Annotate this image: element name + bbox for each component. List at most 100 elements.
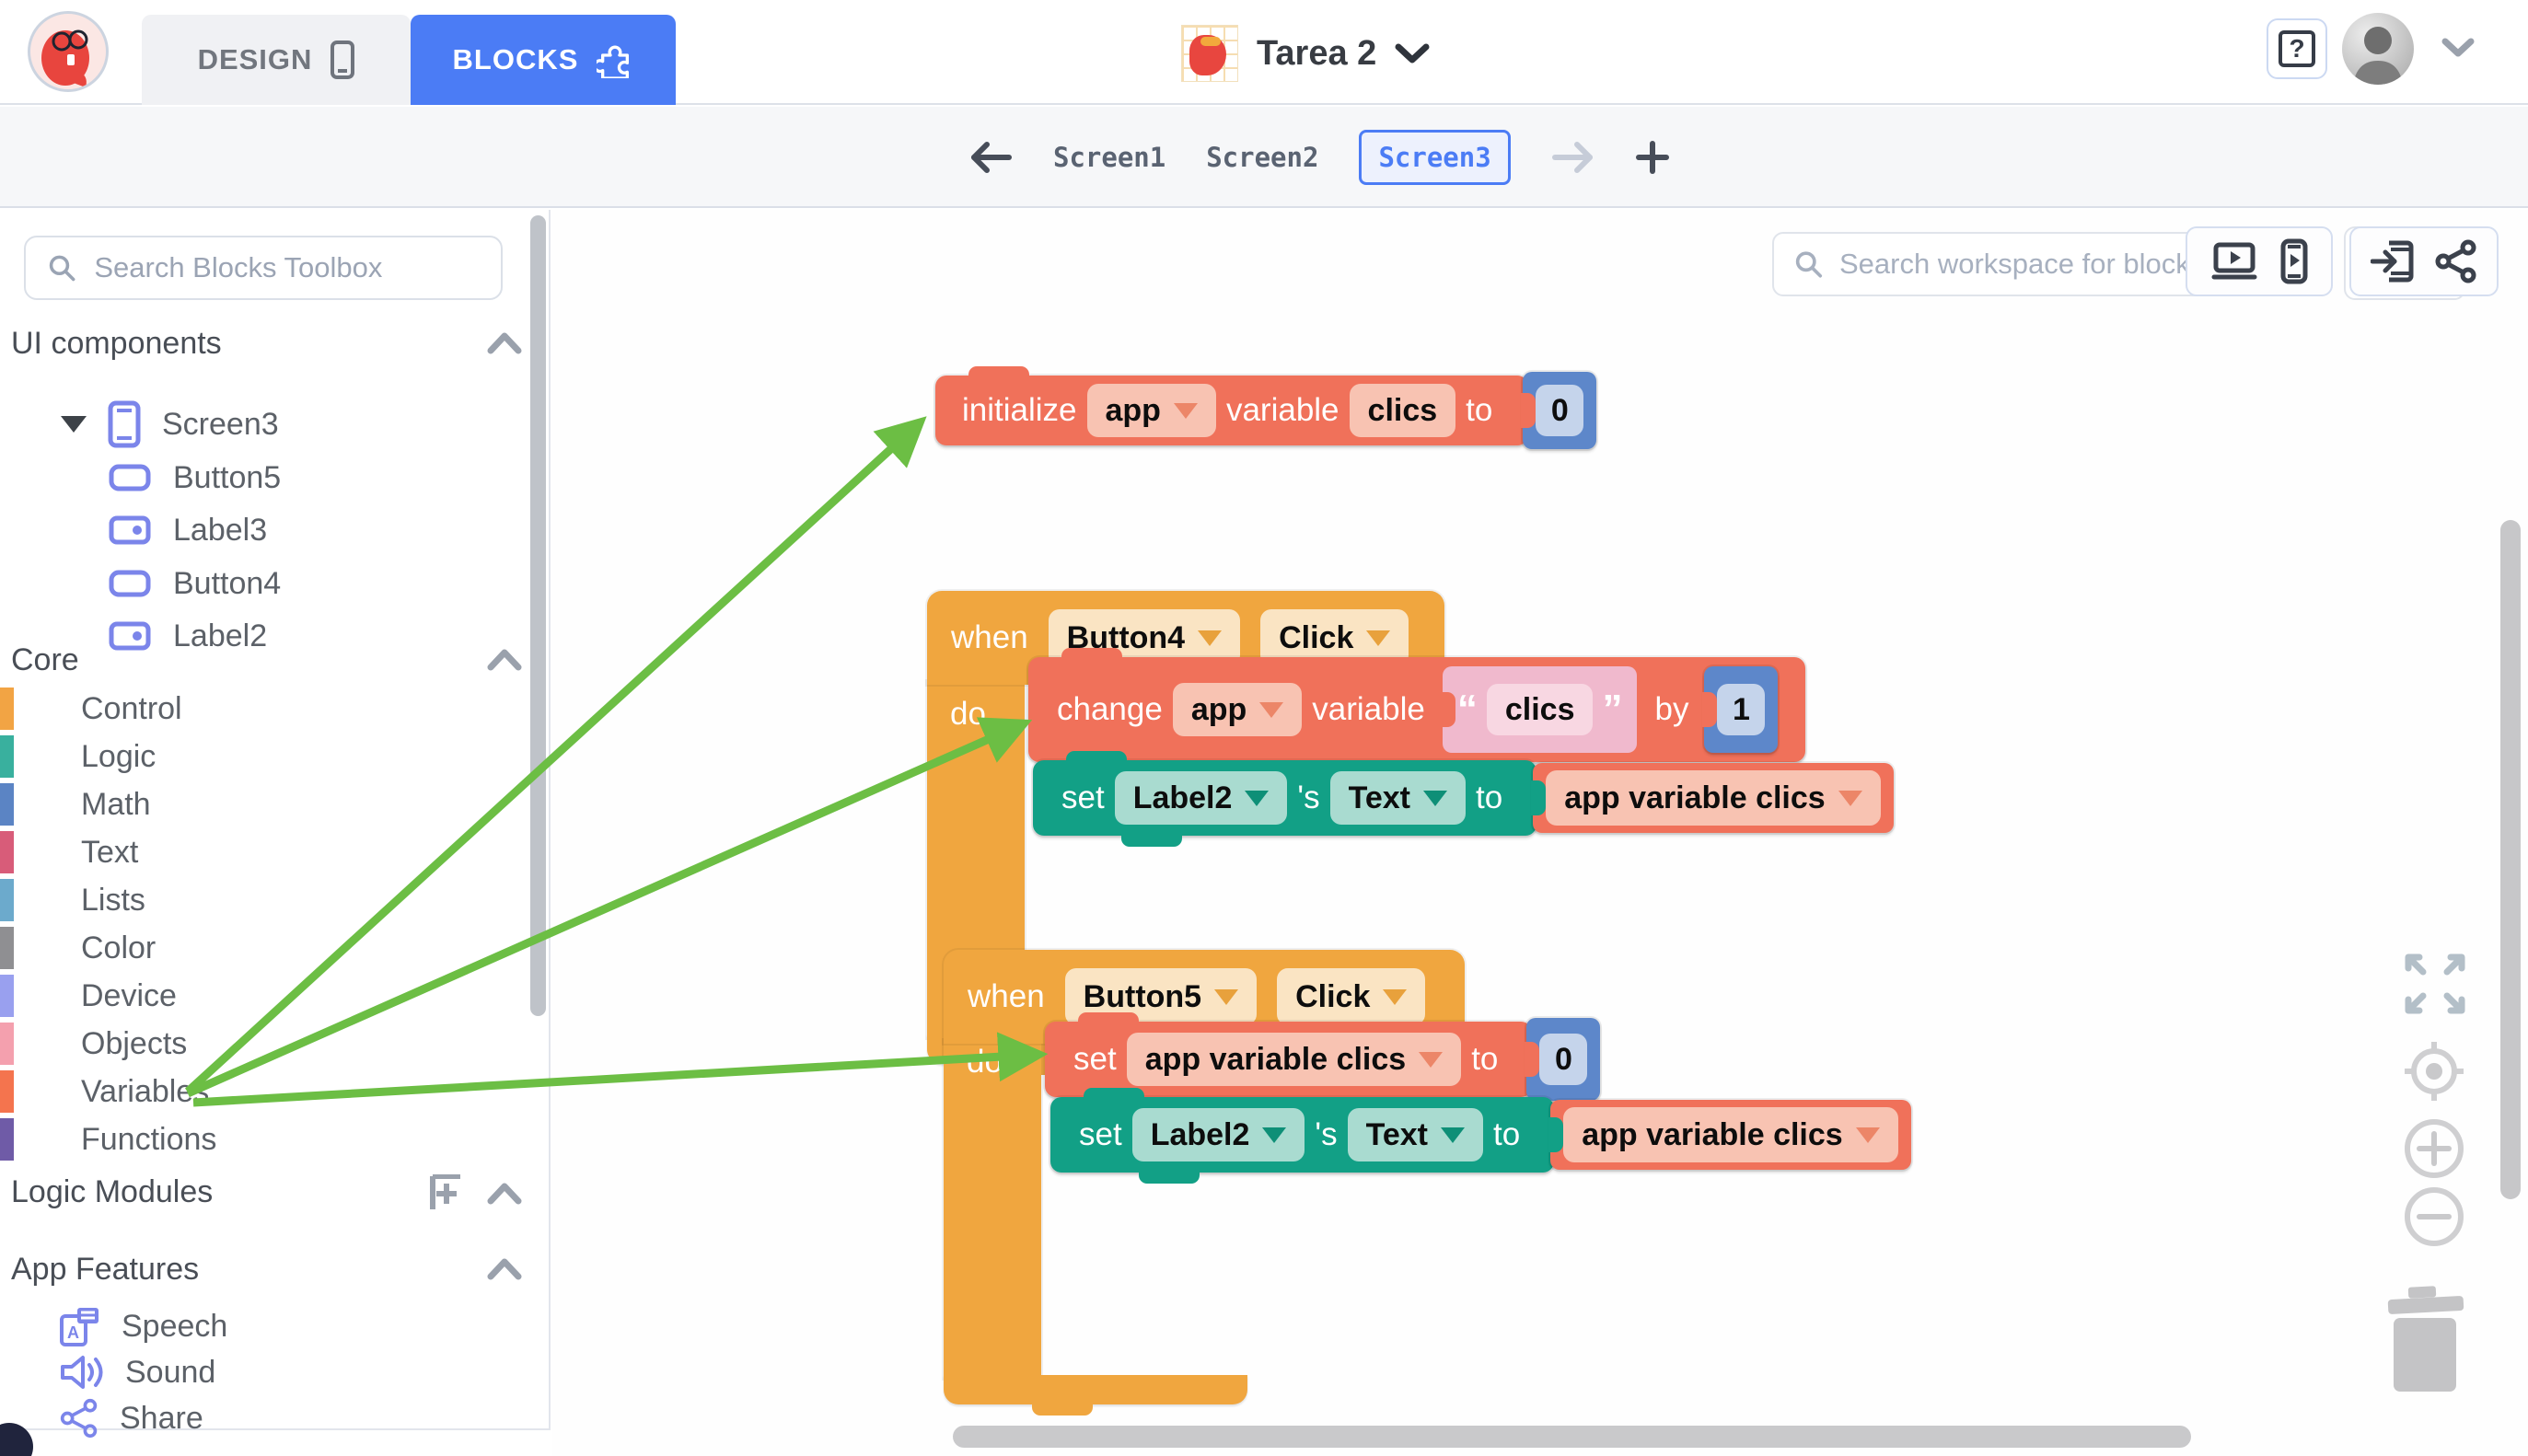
number-value-block[interactable]: 0 [1526, 1018, 1600, 1101]
toolbox-search-input[interactable] [94, 251, 479, 284]
sidebar-item-share[interactable]: Share [0, 1395, 516, 1441]
sidebar-item-screen3[interactable]: Screen3 [0, 399, 516, 449]
category-label: Logic [81, 739, 156, 775]
tab-design[interactable]: DESIGN [142, 15, 411, 105]
live-test-phone-icon[interactable] [2280, 238, 2308, 284]
sidebar-item-button5[interactable]: Button5 [0, 453, 516, 503]
chevron-down-icon [1395, 42, 1430, 64]
string-value[interactable]: clics [1487, 684, 1594, 735]
sidebar-item-logic[interactable]: Logic [0, 733, 516, 780]
sidebar-item-device[interactable]: Device [0, 972, 516, 1020]
sound-icon [59, 1352, 105, 1392]
sidebar-item-lists[interactable]: Lists [0, 876, 516, 924]
core-collapse-icon[interactable] [486, 648, 523, 676]
block-notch [1078, 1012, 1139, 1025]
thunkable-blocks-editor: DESIGN BLOCKS Tarea 2 ? [0, 0, 2528, 1456]
tab-blocks[interactable]: BLOCKS [411, 15, 676, 105]
tab-screen1[interactable]: Screen1 [1053, 142, 1165, 173]
category-color-bar [0, 735, 14, 778]
close-quote: ” [1602, 687, 1622, 733]
block-change-variable[interactable]: change app variable “ clics ” by 1 [1028, 657, 1805, 762]
sidebar-item-variables[interactable]: Variables [0, 1068, 516, 1115]
recenter-icon[interactable] [2401, 1038, 2467, 1104]
fullscreen-icon[interactable] [2405, 953, 2465, 1014]
block-set-label-text[interactable]: set Label2 's Text to app variable clics [1050, 1097, 1911, 1173]
button-icon [109, 464, 151, 491]
project-menu[interactable]: Tarea 2 [1181, 20, 1430, 87]
app-features-collapse-icon[interactable] [486, 1257, 523, 1286]
block-keyword: variable [1216, 392, 1350, 429]
add-screen-icon[interactable] [1636, 141, 1669, 174]
dropdown-caret-icon [1262, 1127, 1286, 1143]
puzzle-icon [597, 41, 633, 78]
forward-arrow-icon[interactable] [1551, 141, 1595, 174]
number-value-block[interactable]: 1 [1704, 666, 1778, 753]
block-initialize-variable[interactable]: initialize app variable clics to 0 [935, 372, 1596, 449]
ui-components-collapse-icon[interactable] [486, 331, 523, 360]
export-button-group [2349, 226, 2499, 296]
sidebar-item-label3[interactable]: Label3 [0, 505, 516, 555]
workspace-vertical-scrollbar[interactable] [2500, 520, 2521, 1199]
variable-getter-block[interactable]: app variable clics [1550, 1100, 1911, 1170]
feature-label: Share [120, 1401, 203, 1437]
workspace-horizontal-scrollbar[interactable] [953, 1426, 2191, 1448]
blocks-tab-label: BLOCKS [453, 43, 579, 76]
account-chevron-down-icon[interactable] [2441, 37, 2475, 64]
zoom-in-icon[interactable] [2403, 1117, 2465, 1180]
category-color-bar [0, 927, 14, 969]
component-dropdown[interactable]: Label2 [1132, 1108, 1305, 1161]
block-bottom-bar [944, 1375, 1247, 1404]
category-color-bar [0, 879, 14, 921]
block-keyword: set [1051, 780, 1115, 816]
sidebar-item-button4[interactable]: Button4 [0, 559, 516, 608]
sidebar-item-color[interactable]: Color [0, 924, 516, 972]
category-color-bar [0, 1070, 14, 1113]
beaver-logo-icon [30, 14, 106, 89]
back-arrow-icon[interactable] [968, 141, 1013, 174]
tab-screen2[interactable]: Screen2 [1206, 142, 1318, 173]
zoom-out-icon[interactable] [2403, 1185, 2465, 1248]
component-dropdown[interactable]: Label2 [1115, 771, 1288, 825]
core-header: Core [11, 642, 79, 678]
variable-getter-block[interactable]: app variable clics [1533, 763, 1894, 833]
sidebar-item-functions[interactable]: Functions [0, 1115, 516, 1163]
category-label: Lists [81, 883, 145, 919]
number-value-block[interactable]: 0 [1523, 372, 1596, 449]
sidebar-item-speech[interactable]: A Speech [0, 1303, 516, 1349]
variable-dropdown[interactable]: app variable clics [1127, 1033, 1462, 1086]
category-color-bar [0, 783, 14, 826]
screen-navigation-bar: Screen1 Screen2 Screen3 [0, 107, 2528, 208]
app-features-header: App Features [11, 1252, 199, 1288]
app-logo[interactable] [28, 11, 109, 92]
toolbox-search[interactable] [24, 236, 503, 300]
install-on-device-icon[interactable] [2371, 238, 2415, 284]
sidebar-item-sound[interactable]: Sound [0, 1349, 516, 1395]
text-string-block[interactable]: “ clics ” [1443, 666, 1638, 753]
property-dropdown[interactable]: Text [1348, 1108, 1483, 1161]
block-set-label-text[interactable]: set Label2 's Text to app variable clics [1033, 760, 1894, 836]
trash-icon[interactable] [2381, 1285, 2469, 1393]
web-preview-icon[interactable] [2210, 241, 2258, 282]
help-button[interactable]: ? [2267, 18, 2327, 79]
logic-modules-collapse-icon[interactable] [486, 1182, 523, 1210]
sidebar-item-text[interactable]: Text [0, 828, 516, 876]
search-icon [48, 252, 75, 283]
tree-expand-caret-icon[interactable] [61, 416, 87, 433]
property-dropdown[interactable]: Text [1330, 771, 1466, 825]
user-avatar[interactable] [2342, 13, 2414, 85]
tab-screen3-active[interactable]: Screen3 [1359, 130, 1510, 185]
event-dropdown[interactable]: Click [1277, 968, 1425, 1025]
ui-components-header: UI components [11, 326, 222, 362]
variable-scope-dropdown[interactable]: app [1173, 683, 1302, 736]
sidebar-item-objects[interactable]: Objects [0, 1020, 516, 1068]
block-keyword: set [1069, 1116, 1132, 1153]
variable-name-field[interactable]: clics [1350, 384, 1456, 437]
add-module-icon[interactable] [429, 1174, 464, 1211]
variable-scope-dropdown[interactable]: app [1087, 384, 1216, 437]
do-label: do [950, 696, 986, 733]
sidebar-item-control[interactable]: Control [0, 685, 516, 733]
blocks-workspace[interactable]: initialize app variable clics to 0 when … [552, 210, 2528, 1456]
sidebar-scrollbar[interactable] [530, 215, 546, 1016]
sidebar-item-math[interactable]: Math [0, 780, 516, 828]
share-project-icon[interactable] [2435, 239, 2477, 283]
